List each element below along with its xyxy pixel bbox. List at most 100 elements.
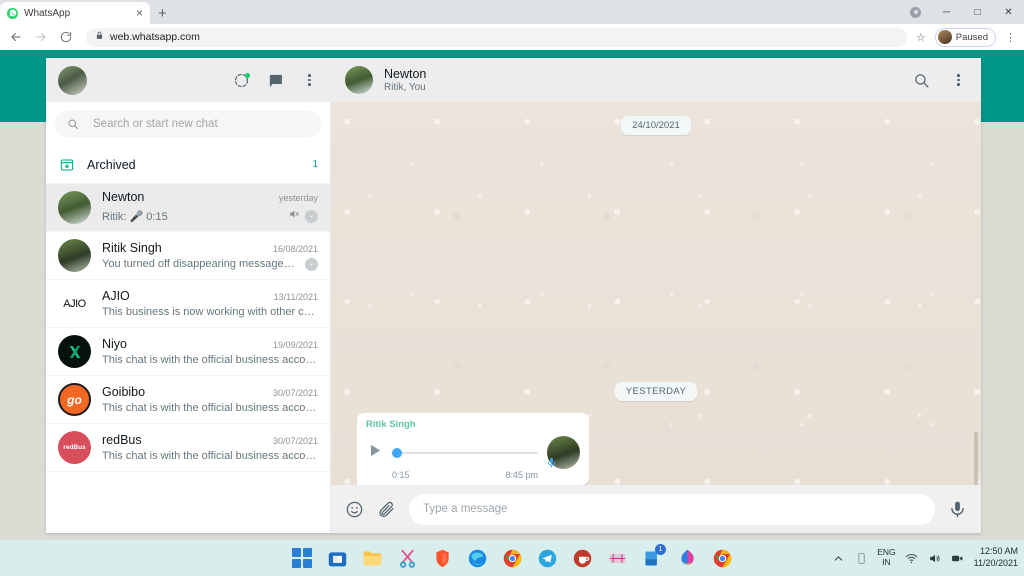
profile-button[interactable]: Paused	[934, 27, 996, 47]
chat-subtitle: Ritik, You	[384, 82, 426, 93]
chat-item-time: 30/07/2021	[272, 388, 318, 398]
avatar	[58, 191, 91, 224]
address-bar-url: web.whatsapp.com	[110, 31, 200, 43]
forward-arrow-icon[interactable]	[33, 29, 49, 45]
address-bar[interactable]: web.whatsapp.com	[86, 27, 907, 47]
maximize-button[interactable]: □	[962, 0, 993, 24]
back-arrow-icon[interactable]	[8, 29, 24, 45]
minimize-button[interactable]: ─	[931, 0, 962, 24]
chat-list-item-ritik-singh[interactable]: Ritik Singh 16/08/2021 You turned off di…	[46, 232, 330, 280]
avatar[interactable]	[58, 65, 87, 95]
chevron-down-icon[interactable]	[305, 209, 318, 223]
taskbar-item-brave-browser[interactable]	[431, 547, 453, 569]
search-placeholder: Search or start new chat	[93, 118, 218, 130]
chat-item-time: 13/11/2021	[273, 292, 318, 302]
message-input[interactable]: Type a message	[409, 493, 935, 525]
taskbar-item-microsoft-store[interactable]	[326, 547, 348, 569]
three-dot-menu-icon[interactable]	[301, 72, 318, 89]
chat-list-item-redbus[interactable]: redBus redBus 30/07/2021 This chat is wi…	[46, 424, 330, 472]
taskbar-item-google-chrome[interactable]	[501, 547, 523, 569]
windows-taskbar: 1 ENG IN 12:50 AM 11/20/2021	[0, 540, 1024, 576]
chevron-down-icon[interactable]	[305, 257, 318, 271]
avatar[interactable]	[345, 66, 373, 94]
wifi-icon[interactable]	[905, 551, 919, 565]
chat-item-body: Ritik Singh 16/08/2021 You turned off di…	[102, 241, 318, 271]
sidebar-item-archived[interactable]: Archived 1	[46, 146, 330, 184]
start-button[interactable]	[291, 547, 313, 569]
taskbar-item-photos-app[interactable]	[676, 547, 698, 569]
chat-item-body: Goibibo 30/07/2021 This chat is with the…	[102, 385, 318, 414]
status-unread-dot	[245, 72, 250, 78]
chrome-icon	[713, 549, 731, 567]
store-icon	[328, 551, 346, 566]
audio-progress-slider[interactable]	[392, 445, 538, 461]
system-tray: ENG IN 12:50 AM 11/20/2021	[831, 546, 1018, 569]
chat-item-preview: This business is now working with other …	[102, 306, 318, 318]
taskbar-item-chrome-window[interactable]	[711, 547, 733, 569]
message-input-placeholder: Type a message	[423, 503, 508, 515]
battery-icon[interactable]	[854, 551, 868, 565]
message-sender-name: Ritik Singh	[366, 419, 416, 430]
message-area-scrollbar[interactable]	[974, 432, 978, 485]
taskbar-badge: 1	[655, 544, 666, 555]
chat-header[interactable]: Newton Ritik, You	[331, 58, 981, 102]
chat-list-item-niyo[interactable]: Niyo 19/09/2021 This chat is with the of…	[46, 328, 330, 376]
speaker-icon[interactable]	[928, 551, 942, 565]
clock[interactable]: 12:50 AM 11/20/2021	[974, 546, 1018, 569]
taskbar-item-telegram[interactable]	[536, 547, 558, 569]
microphone-icon	[546, 457, 557, 468]
chat-panel: Newton Ritik, You 24/10/2021 YESTERDAY R…	[331, 58, 981, 533]
play-icon[interactable]	[366, 442, 383, 464]
status-ring-icon[interactable]	[233, 72, 250, 89]
new-tab-button[interactable]: +	[158, 6, 167, 24]
taskbar-item-microsoft-edge[interactable]	[466, 547, 488, 569]
audio-scrubber-handle[interactable]	[392, 447, 402, 458]
voice-message-bubble[interactable]: Ritik Singh 0:15 8:45 pm	[357, 413, 589, 485]
taskbar-item-snipping-tool[interactable]	[396, 547, 418, 569]
chat-list: Archived 1 Newton yesterday Ritik: 🎤 0:1…	[46, 146, 330, 533]
date-divider-top: 24/10/2021	[621, 116, 691, 135]
close-window-button[interactable]: ✕	[993, 0, 1024, 24]
chat-item-preview: Ritik: 🎤 0:15	[102, 210, 168, 223]
chat-list-item-goibibo[interactable]: go Goibibo 30/07/2021 This chat is with …	[46, 376, 330, 424]
emoji-smiley-icon[interactable]	[345, 500, 364, 519]
chat-list-item-ajio[interactable]: AJIO AJIO 13/11/2021 This business is no…	[46, 280, 330, 328]
chat-list-item-newton[interactable]: Newton yesterday Ritik: 🎤 0:15	[46, 184, 330, 232]
chat-title: Newton	[384, 67, 427, 81]
avatar	[58, 335, 91, 368]
sidebar-search-bar: Search or start new chat	[46, 102, 330, 146]
clock-time: 12:50 AM	[979, 546, 1018, 557]
extension-indicator-icon[interactable]	[900, 0, 931, 24]
browser-tab-whatsapp[interactable]: WhatsApp ×	[0, 2, 150, 24]
taskbar-item-media-player[interactable]	[606, 547, 628, 569]
microphone-icon[interactable]	[948, 500, 967, 519]
language-indicator[interactable]: ENG IN	[877, 547, 895, 568]
chevron-up-icon[interactable]	[831, 551, 845, 565]
chat-item-time: 30/07/2021	[272, 436, 318, 446]
chat-item-name: AJIO	[102, 289, 130, 303]
camera-icon[interactable]	[951, 551, 965, 565]
folder-icon	[363, 551, 381, 565]
voice-message-footer: 0:15 8:45 pm	[366, 470, 580, 480]
three-dot-menu-icon[interactable]	[950, 72, 967, 89]
clock-date: 11/20/2021	[973, 558, 1018, 568]
close-tab-icon[interactable]: ×	[136, 7, 143, 19]
chat-item-name: Newton	[102, 190, 145, 204]
date-divider-bottom: YESTERDAY	[614, 381, 698, 401]
taskbar-item-file-explorer[interactable]	[361, 547, 383, 569]
three-dot-menu-icon[interactable]: ⋮	[1005, 31, 1016, 44]
new-chat-icon[interactable]	[267, 72, 284, 89]
search-input[interactable]: Search or start new chat	[55, 110, 321, 138]
browser-tabstrip: WhatsApp × + ─ □ ✕	[0, 0, 1024, 24]
telegram-icon	[538, 549, 556, 567]
reload-icon[interactable]	[58, 29, 74, 45]
puzzle-icon	[910, 6, 921, 18]
paperclip-icon[interactable]	[377, 500, 396, 519]
taskbar-item-coffee-app[interactable]	[571, 547, 593, 569]
search-icon[interactable]	[913, 72, 930, 89]
language-line2: IN	[882, 557, 891, 567]
message-timestamp: 8:45 pm	[505, 470, 538, 480]
taskbar-item-mail-app[interactable]: 1	[641, 544, 666, 569]
star-icon[interactable]: ☆	[916, 31, 926, 44]
